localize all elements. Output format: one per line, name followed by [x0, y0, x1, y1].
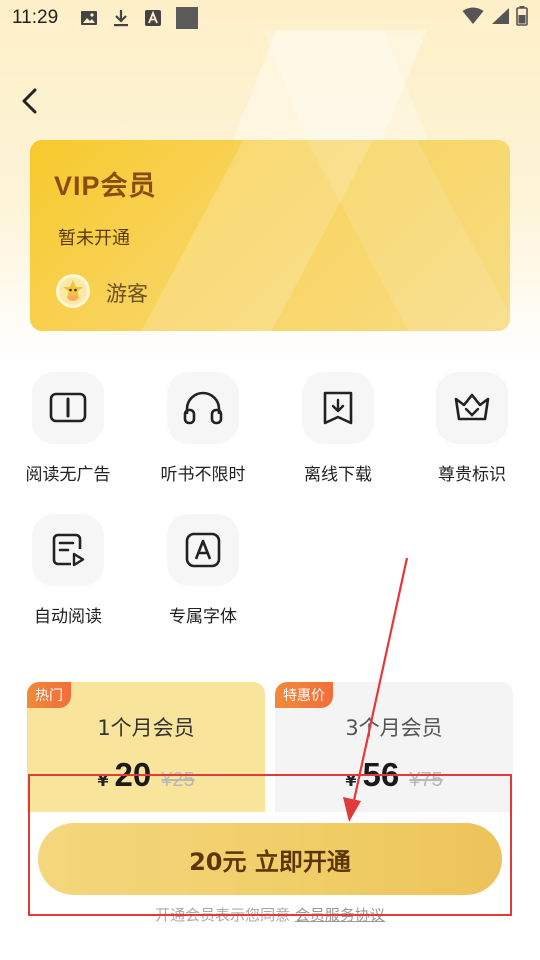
- feature-label: 尊贵标识: [438, 465, 506, 485]
- feature-offline-download[interactable]: 离线下载: [278, 372, 398, 485]
- status-bar: 11:29: [0, 0, 540, 36]
- signal-icon: [490, 7, 510, 29]
- plan-price: ¥56 ¥75: [275, 756, 513, 794]
- price-amount: 56: [362, 756, 400, 793]
- feature-no-ads[interactable]: 阅读无广告: [8, 372, 128, 485]
- original-price: ¥25: [161, 769, 195, 791]
- book-open-icon: [32, 372, 104, 444]
- currency-symbol: ¥: [97, 771, 109, 790]
- back-button[interactable]: [14, 86, 44, 120]
- auto-read-icon: [32, 514, 104, 586]
- feature-auto-read[interactable]: 自动阅读: [8, 514, 128, 627]
- feature-label: 自动阅读: [34, 607, 102, 627]
- vip-status: 暂未开通: [58, 228, 130, 249]
- vip-title: VIP会员: [54, 171, 157, 201]
- plan-card-3-month[interactable]: 特惠价 3个月会员 ¥56 ¥75: [275, 682, 513, 832]
- plan-name: 1个月会员: [97, 716, 195, 740]
- original-price: ¥75: [409, 769, 443, 791]
- feature-vip-badge[interactable]: 尊贵标识: [412, 372, 532, 485]
- feature-label: 阅读无广告: [25, 465, 111, 485]
- font-icon: [167, 514, 239, 586]
- plan-name: 3个月会员: [345, 716, 443, 740]
- agreement-text: 开通会员表示您同意 会员服务协议: [0, 904, 540, 925]
- placeholder-square-icon: [176, 7, 199, 29]
- price-amount: 20: [114, 756, 152, 793]
- agreement-prefix: 开通会员表示您同意: [155, 906, 291, 924]
- download-bookmark-icon: [302, 372, 374, 444]
- user-name: 游客: [106, 282, 148, 306]
- avatar: [56, 274, 90, 308]
- plan-card-1-month[interactable]: 热门 1个月会员 ¥20 ¥25: [27, 682, 265, 832]
- download-notification-icon: [112, 8, 130, 28]
- plan-badge: 热门: [27, 682, 71, 708]
- feature-label: 专属字体: [169, 607, 237, 627]
- battery-icon: [516, 6, 528, 30]
- status-time: 11:29: [12, 7, 59, 28]
- chevron-left-icon: [20, 87, 38, 119]
- feature-audiobook[interactable]: 听书不限时: [143, 372, 263, 485]
- font-notification-icon: [144, 9, 162, 27]
- currency-symbol: ¥: [345, 771, 357, 790]
- headphones-icon: [167, 372, 239, 444]
- crown-icon: [436, 372, 508, 444]
- image-notification-icon: [80, 9, 98, 27]
- vip-card: VIP会员 暂未开通 游客: [30, 140, 510, 331]
- wifi-icon: [462, 7, 484, 29]
- feature-exclusive-font[interactable]: 专属字体: [143, 514, 263, 627]
- purchase-button[interactable]: 20元 立即开通: [38, 823, 502, 895]
- feature-label: 听书不限时: [160, 465, 246, 485]
- plan-badge: 特惠价: [275, 682, 333, 708]
- plan-price: ¥20 ¥25: [27, 756, 265, 794]
- feature-label: 离线下载: [304, 465, 372, 485]
- service-agreement-link[interactable]: 会员服务协议: [295, 906, 385, 924]
